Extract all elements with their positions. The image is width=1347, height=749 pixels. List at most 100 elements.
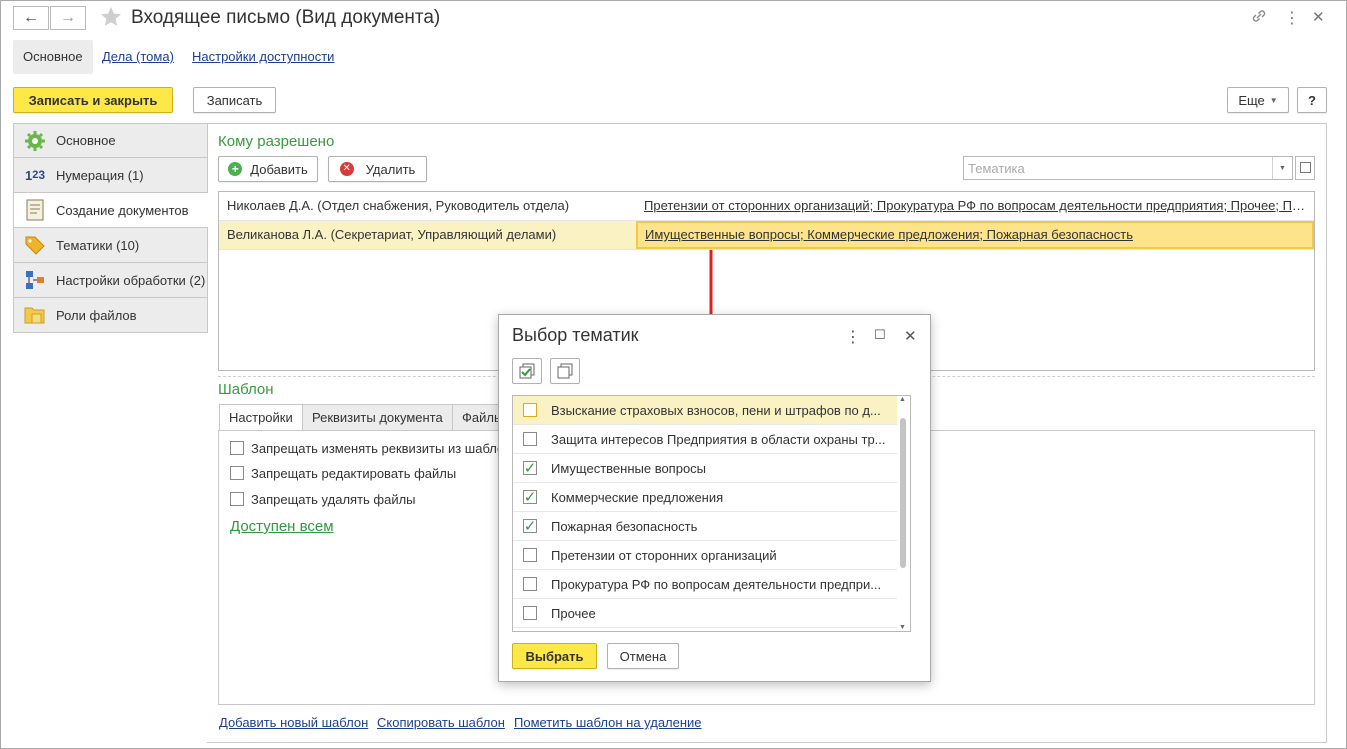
person-cell: Великанова Л.А. (Секретариат, Управляющи… — [227, 227, 557, 242]
sidebar-item-main[interactable]: Основное — [13, 123, 208, 158]
more-label: Еще — [1238, 92, 1265, 108]
sidebar-item-label: Настройки обработки (2) — [56, 272, 206, 288]
sidebar-item-create-documents[interactable]: Создание документов — [13, 193, 208, 228]
save-and-close-button[interactable]: Записать и закрыть — [13, 87, 173, 113]
add-template-link[interactable]: Добавить новый шаблон — [219, 715, 368, 730]
option-label: Запрещать изменять реквизиты из шаблона — [251, 440, 519, 456]
maximize-icon[interactable]: ☐ — [874, 327, 886, 343]
sidebar-item-file-roles[interactable]: Роли файлов — [13, 298, 208, 333]
open-topic-button[interactable] — [1295, 156, 1315, 180]
checkbox[interactable] — [523, 548, 537, 562]
scroll-up-icon[interactable]: ▲ — [899, 396, 906, 403]
list-item[interactable]: Претензии от сторонних организаций — [513, 541, 897, 570]
numbering-icon: 123 — [24, 167, 46, 183]
delete-label: Удалить — [365, 161, 416, 177]
list-item[interactable]: ✓ Пожарная безопасность — [513, 512, 897, 541]
checkbox-checked[interactable]: ✓ — [523, 519, 537, 534]
option-forbid-delete-files[interactable]: Запрещать удалять файлы — [230, 490, 416, 508]
check-all-button[interactable] — [512, 358, 542, 384]
list-item[interactable]: Прокуратура РФ по вопросам деятельности … — [513, 570, 897, 599]
checkbox-checked[interactable]: ✓ — [523, 459, 537, 477]
back-button[interactable]: ← — [13, 6, 49, 30]
checkbox-checked[interactable]: ✓ — [523, 488, 537, 506]
select-button[interactable]: Выбрать — [512, 643, 597, 669]
list-item-label: Претензии от сторонних организаций — [551, 547, 777, 563]
tab-template-settings[interactable]: Настройки — [219, 404, 303, 431]
favorite-star-icon[interactable] — [99, 5, 123, 32]
sidebar: Основное 123 Нумерация (1) Создание доку… — [13, 123, 208, 333]
save-button[interactable]: Записать — [193, 87, 276, 113]
close-icon[interactable]: ✕ — [904, 327, 917, 345]
tab-template-requisites[interactable]: Реквизиты документа — [302, 404, 453, 431]
scrollbar-thumb[interactable] — [900, 418, 906, 568]
add-button[interactable]: + Добавить — [218, 156, 318, 182]
tab-cases[interactable]: Дела (тома) — [102, 40, 174, 74]
option-label: Запрещать редактировать файлы — [251, 465, 457, 481]
link-icon[interactable] — [1250, 7, 1268, 28]
tab-main[interactable]: Основное — [13, 40, 93, 74]
tag-icon — [24, 234, 46, 256]
list-scrollbar[interactable]: ▲ ▼ — [899, 396, 908, 631]
sidebar-item-label: Создание документов — [56, 202, 189, 218]
cancel-button[interactable]: Отмена — [607, 643, 679, 669]
copy-template-link[interactable]: Скопировать шаблон — [377, 715, 505, 730]
forward-button[interactable]: → — [50, 6, 86, 30]
list-item-label: Коммерческие предложения — [551, 489, 724, 505]
list-item[interactable]: ✓ Коммерческие предложения — [513, 483, 897, 512]
checkbox[interactable] — [523, 577, 537, 591]
help-button[interactable]: ? — [1297, 87, 1327, 113]
topic-select-dialog: Выбор тематик ⋮ ☐ ✕ Взыскание страховых … — [498, 314, 931, 682]
chevron-down-icon[interactable]: ▼ — [1272, 157, 1292, 179]
scroll-down-icon[interactable]: ▼ — [899, 624, 906, 631]
chevron-down-icon: ▼ — [1269, 95, 1278, 105]
mark-template-delete-link[interactable]: Пометить шаблон на удаление — [514, 715, 702, 730]
add-label: Добавить — [250, 161, 308, 177]
uncheck-all-button[interactable] — [550, 358, 580, 384]
table-row[interactable]: Великанова Л.А. (Секретариат, Управляющи… — [219, 221, 1314, 250]
list-item-label: Имущественные вопросы — [551, 460, 707, 476]
folder-icon — [24, 304, 46, 326]
allowed-section-title: Кому разрешено — [218, 133, 335, 150]
list-item[interactable]: Защита интересов Предприятия в области о… — [513, 425, 897, 454]
checkmark-icon: ✓ — [523, 459, 537, 477]
process-icon — [24, 269, 46, 291]
option-forbid-edit-requisites[interactable]: Запрещать изменять реквизиты из шаблона — [230, 439, 519, 457]
list-item[interactable]: Прочее — [513, 599, 897, 628]
list-item-label: Пожарная безопасность — [551, 518, 698, 534]
list-item[interactable]: ✓ Имущественные вопросы — [513, 454, 897, 483]
sidebar-item-label: Основное — [56, 133, 116, 148]
tab-access-settings[interactable]: Настройки доступности — [192, 40, 334, 74]
delete-button[interactable]: ✕ Удалить — [328, 156, 427, 182]
delete-icon: ✕ — [339, 162, 354, 176]
checkbox[interactable] — [523, 403, 537, 417]
list-item-label: Взыскание страховых взносов, пени и штра… — [551, 402, 881, 418]
check-all-icon — [519, 363, 535, 379]
checkbox[interactable] — [230, 441, 244, 455]
sidebar-item-topics[interactable]: Тематики (10) — [13, 228, 208, 263]
list-item[interactable]: Взыскание страховых взносов, пени и штра… — [513, 396, 897, 425]
sidebar-item-processing-settings[interactable]: Настройки обработки (2) — [13, 263, 208, 298]
sidebar-item-label: Тематики (10) — [56, 237, 140, 253]
more-button[interactable]: Еще ▼ — [1227, 87, 1289, 113]
sidebar-item-numbering[interactable]: 123 Нумерация (1) — [13, 158, 208, 193]
checkbox[interactable] — [230, 492, 244, 506]
open-window-icon — [1300, 162, 1311, 173]
document-icon — [24, 199, 46, 221]
checkmark-icon: ✓ — [523, 488, 537, 506]
topics-cell-selected[interactable]: Имущественные вопросы; Коммерческие пред… — [636, 221, 1314, 249]
table-row[interactable]: Николаев Д.А. (Отдел снабжения, Руководи… — [219, 192, 1314, 221]
checkbox[interactable] — [523, 432, 537, 446]
checkbox[interactable] — [523, 606, 537, 620]
window-title: Входящее письмо (Вид документа) — [131, 7, 441, 28]
close-icon[interactable]: ✕ — [1312, 8, 1325, 26]
topic-filter-input[interactable]: Тематика ▼ — [963, 156, 1293, 180]
dialog-menu-icon[interactable]: ⋮ — [845, 327, 861, 347]
arrow-right-icon: → — [60, 9, 76, 26]
option-forbid-edit-files[interactable]: Запрещать редактировать файлы — [230, 464, 456, 482]
checkbox[interactable] — [230, 466, 244, 480]
tab-template-files[interactable]: Файлы — [452, 404, 502, 431]
window-menu-icon[interactable]: ⋮ — [1284, 8, 1300, 28]
access-all-link[interactable]: Доступен всем — [230, 518, 334, 535]
sidebar-item-label: Роли файлов — [56, 307, 137, 323]
topics-cell[interactable]: Претензии от сторонних организаций; Прок… — [644, 192, 1309, 220]
